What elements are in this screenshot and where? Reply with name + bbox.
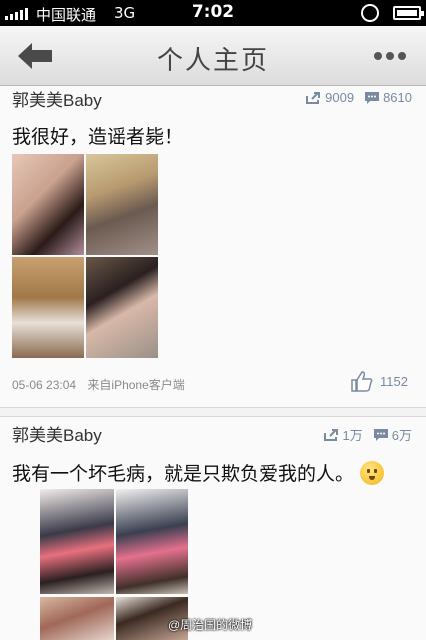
more-options-button[interactable] (374, 52, 406, 60)
post-stats: 9009 8610 (296, 90, 412, 105)
post-text-container: 我有一个坏毛病，就是只欺负爱我的人。 (12, 459, 385, 486)
post-photo[interactable] (86, 154, 158, 255)
timeline-feed[interactable]: 郭美美Baby 9009 8610 我很好，造谣者毙！ 05-06 23:04 … (0, 86, 426, 640)
comment-button[interactable]: 8610 (364, 90, 412, 105)
post-photo[interactable] (40, 489, 114, 594)
post-source: 来自iPhone客户端 (87, 378, 185, 392)
rotation-lock-icon (361, 4, 379, 22)
post-author[interactable]: 郭美美Baby (12, 421, 102, 446)
comment-button[interactable]: 6万 (373, 425, 412, 444)
post-card[interactable]: 郭美美Baby 1万 6万 我有一个坏毛病，就是只欺负爱我的人。 (0, 416, 426, 640)
more-dots-icon (374, 52, 382, 60)
repost-count: 9009 (325, 90, 355, 105)
post-photo[interactable] (86, 257, 158, 358)
watermark: @周治国的微博 (168, 618, 253, 632)
battery-icon (393, 6, 424, 20)
repost-icon (306, 92, 321, 104)
repost-count: 1万 (342, 428, 363, 443)
repost-button[interactable]: 9009 (306, 90, 354, 105)
navigation-bar: 个人主页 (0, 26, 426, 86)
photo-grid (12, 154, 158, 358)
post-author[interactable]: 郭美美Baby (12, 86, 102, 111)
repost-icon (323, 429, 338, 441)
like-button[interactable]: 1152 (350, 370, 408, 392)
emoji-icon (360, 461, 385, 485)
post-card[interactable]: 郭美美Baby 9009 8610 我很好，造谣者毙！ 05-06 23:04 … (0, 86, 426, 408)
like-count: 1152 (380, 373, 408, 389)
post-meta: 05-06 23:04 来自iPhone客户端 (12, 376, 193, 393)
post-photo[interactable] (40, 597, 114, 640)
post-stats: 1万 6万 (314, 425, 412, 444)
page-title: 个人主页 (156, 46, 269, 76)
comment-icon (365, 91, 380, 104)
repost-button[interactable]: 1万 (323, 425, 363, 444)
comment-count: 6万 (391, 428, 412, 443)
post-text: 我有一个坏毛病，就是只欺负爱我的人。 (12, 463, 355, 485)
post-photo[interactable] (116, 489, 188, 594)
post-photo[interactable] (12, 154, 84, 255)
comment-count: 8610 (383, 90, 412, 105)
photo-grid (40, 489, 188, 640)
comment-icon (373, 428, 388, 441)
status-bar: 中国联通 3G 7:02 (0, 0, 426, 26)
post-text: 我很好，造谣者毙！ (12, 126, 184, 148)
post-photo[interactable] (12, 257, 84, 358)
post-time: 05-06 23:04 (12, 378, 77, 392)
thumbs-up-icon (351, 371, 373, 392)
